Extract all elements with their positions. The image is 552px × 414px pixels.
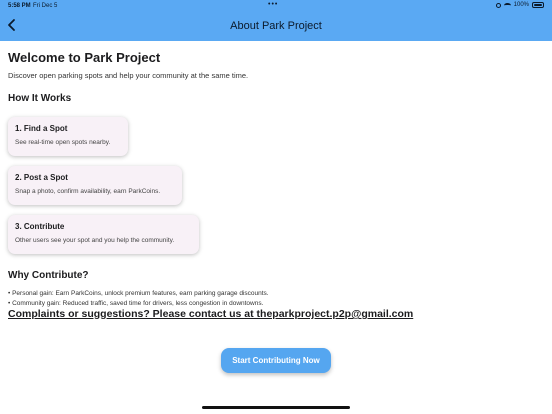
step-title: 1. Find a Spot xyxy=(15,124,68,133)
nav-title: About Park Project xyxy=(230,20,322,32)
contact-email-link[interactable]: Complaints or suggestions? Please contac… xyxy=(8,308,413,320)
list-item: • Community gain: Reduced traffic, saved… xyxy=(8,299,264,307)
start-contributing-button[interactable]: Start Contributing Now xyxy=(221,348,331,373)
why-contribute-heading: Why Contribute? xyxy=(8,270,89,281)
multitasking-dots[interactable]: ••• xyxy=(268,1,278,8)
battery-percent: 100% xyxy=(513,2,529,8)
list-item: • Personal gain: Earn ParkCoins, unlock … xyxy=(8,290,269,297)
step-title: 3. Contribute xyxy=(15,222,65,231)
home-indicator[interactable] xyxy=(202,406,350,409)
step-card-find: 1. Find a Spot See real-time open spots … xyxy=(8,117,128,156)
step-card-contribute: 3. Contribute Other users see your spot … xyxy=(8,215,199,254)
status-date: Fri Dec 5 xyxy=(33,3,58,9)
status-bar: 5:58 PM Fri Dec 5 ••• 100% xyxy=(0,0,552,12)
how-it-works-heading: How It Works xyxy=(8,93,72,104)
step-card-post: 2. Post a Spot Snap a photo, confirm ava… xyxy=(8,166,182,205)
page-title: Welcome to Park Project xyxy=(8,50,161,65)
status-indicators: 100% xyxy=(495,2,544,8)
location-icon xyxy=(495,2,501,8)
step-description: Snap a photo, confirm availability, earn… xyxy=(15,188,161,195)
wifi-icon xyxy=(503,2,511,8)
step-description: Other users see your spot and you help t… xyxy=(15,237,175,244)
intro-text: Discover open parking spots and help you… xyxy=(8,71,249,80)
step-description: See real-time open spots nearby. xyxy=(15,139,111,146)
step-title: 2. Post a Spot xyxy=(15,173,68,182)
status-time: 5:58 PM xyxy=(8,3,31,9)
battery-icon xyxy=(532,2,544,8)
navigation-bar: About Park Project xyxy=(0,12,552,41)
benefits-list: • Personal gain: Earn ParkCoins, unlock … xyxy=(8,289,269,308)
